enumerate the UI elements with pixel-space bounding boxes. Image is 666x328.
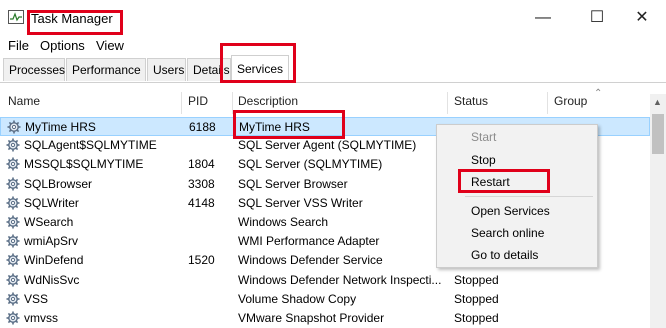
restart-highlight-box — [458, 169, 550, 193]
service-name: WSearch — [24, 215, 74, 229]
services-tab-highlight-box — [220, 43, 296, 83]
tab-performance[interactable]: Performance — [66, 58, 146, 81]
column-header-group[interactable]: Group — [554, 94, 587, 114]
tab-processes[interactable]: Processes — [3, 58, 65, 81]
column-header-status[interactable]: Status — [454, 94, 488, 114]
menu-item-open-services[interactable]: Open Services — [471, 204, 550, 218]
close-button[interactable]: ✕ — [627, 6, 657, 30]
service-description: SQL Server VSS Writer — [238, 195, 363, 210]
service-pid: 1804 — [188, 157, 215, 172]
service-status: Stopped — [454, 272, 499, 287]
service-description: VMware Snapshot Provider — [238, 311, 385, 325]
gear-icon — [6, 215, 20, 229]
menu-options[interactable]: Options — [40, 38, 85, 53]
service-name: VSS — [24, 291, 49, 306]
service-name: MyTime HRS — [25, 120, 96, 134]
column-divider[interactable] — [181, 92, 182, 114]
menu-separator — [465, 196, 593, 197]
table-row[interactable]: VSS Volume Shadow Copy Stopped — [0, 290, 650, 309]
gear-icon — [6, 196, 20, 210]
context-menu: Start Stop Restart Open Services Search … — [436, 124, 598, 268]
table-row[interactable]: vmvss VMware Snapshot Provider Stopped — [0, 309, 650, 328]
service-status: Stopped — [454, 291, 499, 306]
gear-icon — [6, 253, 20, 267]
description-highlight-box — [233, 110, 345, 139]
vertical-scrollbar[interactable]: ▲ — [650, 94, 666, 328]
gear-icon — [6, 234, 20, 248]
menu-view[interactable]: View — [96, 38, 124, 53]
gear-icon — [6, 157, 20, 171]
gear-icon — [7, 120, 21, 134]
task-manager-icon — [8, 10, 24, 24]
service-name: WinDefend — [24, 253, 84, 268]
menu-file[interactable]: File — [8, 38, 29, 53]
service-name: WdNisSvc — [24, 272, 80, 287]
service-pid: 6188 — [189, 120, 216, 134]
service-description: SQL Server (SQLMYTIME) — [238, 157, 383, 172]
service-name: MSSQL$SQLMYTIME — [24, 157, 144, 172]
menu-item-stop[interactable]: Stop — [471, 153, 496, 167]
menu-item-go-to-details[interactable]: Go to details — [471, 248, 538, 262]
service-pid: 4148 — [188, 195, 215, 210]
sort-up-icon: ⌃ — [594, 88, 603, 99]
service-description: Windows Defender Network Inspecti... — [238, 272, 442, 287]
gear-icon — [6, 292, 20, 306]
maximize-button[interactable]: ☐ — [582, 6, 612, 30]
gear-icon — [6, 273, 20, 287]
service-description: Windows Defender Service — [238, 253, 383, 268]
column-header-name[interactable]: Name — [8, 94, 40, 114]
service-pid: 3308 — [188, 176, 215, 191]
service-description: Volume Shadow Copy — [238, 291, 357, 306]
service-name: SQLWriter — [24, 195, 79, 210]
title-highlight-box — [27, 10, 123, 35]
scroll-up-icon[interactable]: ▲ — [653, 97, 662, 107]
tab-strip: Processes Performance Users Details Serv… — [0, 55, 666, 83]
column-header-pid[interactable]: PID — [188, 94, 208, 114]
service-description: WMI Performance Adapter — [238, 234, 380, 249]
menu-item-search-online[interactable]: Search online — [471, 226, 544, 240]
gear-icon — [6, 138, 20, 152]
menu-bar: File Options View — [0, 36, 666, 54]
gear-icon — [6, 177, 20, 191]
service-name: SQLAgent$SQLMYTIME — [24, 138, 157, 153]
service-description: Windows Search — [238, 215, 329, 229]
service-description: SQL Server Agent (SQLMYTIME) — [238, 138, 417, 153]
service-pid: 1520 — [188, 253, 215, 268]
column-divider[interactable] — [547, 92, 548, 114]
minimize-button[interactable]: — — [528, 6, 558, 30]
service-description: SQL Server Browser — [238, 176, 348, 191]
tab-users[interactable]: Users — [147, 58, 186, 81]
scrollbar-thumb[interactable] — [652, 114, 664, 154]
table-row[interactable]: WdNisSvc Windows Defender Network Inspect… — [0, 271, 650, 290]
task-manager-window: Task Manager — ☐ ✕ File Options View Pro… — [0, 0, 666, 328]
menu-item-start[interactable]: Start — [471, 130, 496, 144]
service-status: Stopped — [454, 311, 499, 325]
service-name: vmvss — [24, 311, 58, 325]
gear-icon — [6, 311, 20, 325]
service-name: SQLBrowser — [24, 176, 93, 191]
service-name: wmiApSrv — [24, 234, 79, 249]
column-divider[interactable] — [447, 92, 448, 114]
